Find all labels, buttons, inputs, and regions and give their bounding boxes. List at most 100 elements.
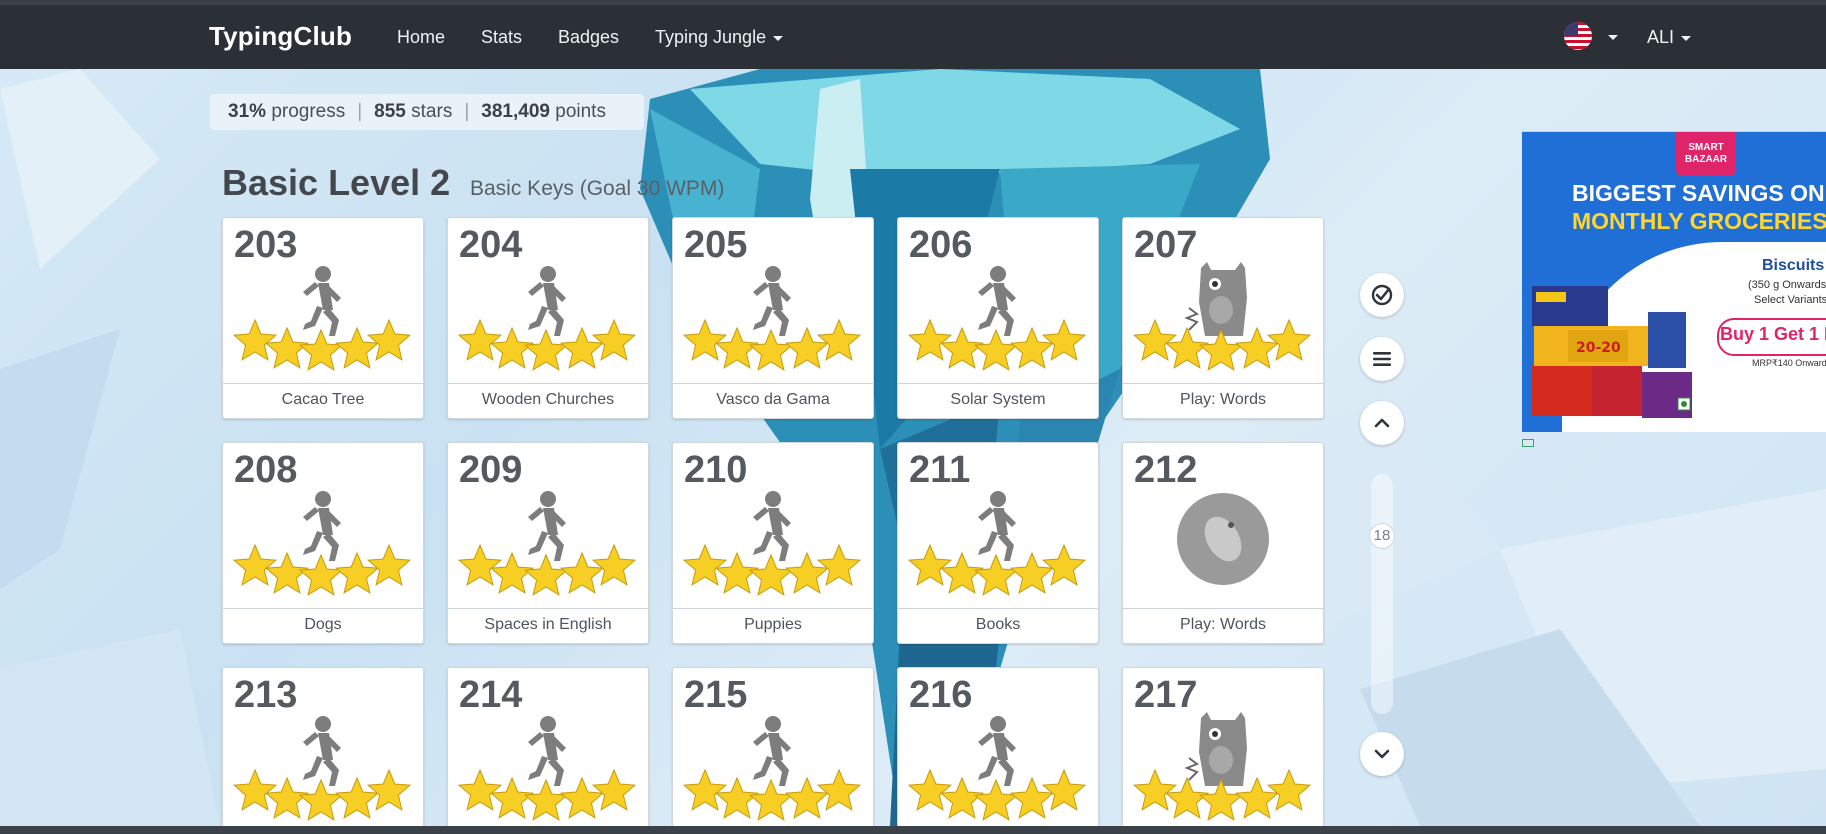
language-dropdown[interactable] [1564,5,1618,69]
check-circle-icon [1371,284,1393,306]
star-icon [1041,318,1087,361]
star-icon [264,776,310,819]
check-progress-button[interactable] [1360,273,1404,317]
star-icon [907,768,953,811]
chevron-up-icon [1374,418,1390,428]
lesson-card[interactable]: 217 [1122,667,1324,828]
nav-typing-jungle-label: Typing Jungle [655,27,767,47]
ad-mrp: MRP₹140 Onwards [1752,358,1826,368]
ad-choices-icon[interactable] [1522,439,1534,447]
lesson-number: 206 [909,224,973,266]
star-icon [939,776,985,819]
hamburger-menu-icon [1373,352,1391,366]
progress-stat: 31% progress [228,101,345,123]
star-icon [1041,543,1087,586]
star-icon [784,326,830,369]
lesson-card[interactable]: 207 Play: Words [1122,217,1324,419]
lesson-card[interactable]: 212 Play: Words [1122,442,1324,644]
star-icon [907,543,953,586]
lesson-card[interactable]: 210 Puppies [672,442,874,644]
star-icon [1266,318,1312,361]
lesson-number: 214 [459,674,523,716]
star-icon [816,543,862,586]
star-icon [366,768,412,811]
ad-logo: SMART BAZAAR [1676,132,1736,176]
lesson-card[interactable]: 209 Spaces in English [447,442,649,644]
chevron-down-icon [1374,749,1390,759]
ad-product-note-1: (350 g Onwards) [1748,279,1826,291]
brand-logo[interactable]: TypingClub [209,21,352,52]
star-icon [714,326,760,369]
star-icon [1009,776,1055,819]
user-menu-dropdown[interactable]: ALI [1647,27,1692,48]
nav-stats[interactable]: Stats [481,27,522,48]
chevron-down-icon [1681,35,1692,41]
scroll-up-button[interactable] [1360,401,1404,445]
star-icon [714,551,760,594]
star-icon [939,551,985,594]
lesson-card[interactable]: 214 [447,667,649,828]
star-icon [1164,326,1210,369]
ad-logo-text: SMART BAZAAR [1684,142,1728,165]
points-label: points [555,101,606,122]
ad-offer-text: Buy 1 Get 1 F [1720,324,1826,344]
star-icon [714,776,760,819]
lesson-card[interactable]: 208 Dogs [222,442,424,644]
stars-stat: 855 stars [374,101,452,123]
star-icon [334,776,380,819]
star-icon [973,328,1019,371]
star-icon [816,768,862,811]
level-scroll-track[interactable] [1371,474,1393,714]
lesson-number: 209 [459,449,523,491]
level-title: Basic Level 2 [222,162,451,203]
us-flag-icon [1564,22,1592,50]
lesson-card[interactable]: 213 [222,667,424,828]
scroll-down-button[interactable] [1360,732,1404,776]
card-divider [673,608,873,609]
star-icon [366,543,412,586]
lesson-number: 204 [459,224,523,266]
lesson-card[interactable]: 216 [897,667,1099,828]
lesson-card[interactable]: 205 Vasco da Gama [672,217,874,419]
lesson-card[interactable]: 211 Books [897,442,1099,644]
lesson-number: 205 [684,224,748,266]
star-icon [591,543,637,586]
star-icon [682,318,728,361]
star-icon [784,776,830,819]
menu-button[interactable] [1360,337,1404,381]
lesson-title: Dogs [304,616,342,633]
top-navbar: TypingClub Home Stats Badges Typing Jung… [0,5,1826,69]
divider: | [464,101,470,122]
stars-value: 855 [374,101,406,122]
lesson-number: 216 [909,674,973,716]
svg-text:20-20: 20-20 [1576,340,1621,356]
nav-home[interactable]: Home [397,27,445,48]
points-value: 381,409 [481,101,550,122]
star-icon [523,553,569,596]
lesson-card[interactable]: 206 Solar System [897,217,1099,419]
chevron-down-icon [1608,35,1618,40]
lesson-title: Play: Words [1180,616,1266,633]
points-stat: 381,409 points [481,101,606,123]
lesson-number: 207 [1134,224,1198,266]
star-icon [973,553,1019,596]
level-scroll-indicator[interactable]: 18 [1369,523,1395,549]
star-icon [559,326,605,369]
star-icon [232,318,278,361]
star-icon [559,776,605,819]
nav-badges[interactable]: Badges [558,27,619,48]
lesson-card[interactable]: 203 Cacao Tree [222,217,424,419]
lesson-card[interactable]: 215 [672,667,874,828]
advertisement-banner[interactable]: SMART BAZAAR BIGGEST SAVINGS ON MONTHLY … [1522,131,1826,432]
star-icon [1041,768,1087,811]
card-divider [448,608,648,609]
user-name: ALI [1647,27,1675,47]
lesson-card[interactable]: 204 Wooden Churches [447,217,649,419]
star-icon [298,778,344,821]
card-divider [898,383,1098,384]
ad-product-name: Biscuits [1762,257,1825,274]
ad-headline-2: MONTHLY GROCERIES [1572,208,1826,234]
star-icon [457,768,503,811]
star-icon [973,778,1019,821]
nav-typing-jungle-dropdown[interactable]: Typing Jungle [655,27,784,48]
